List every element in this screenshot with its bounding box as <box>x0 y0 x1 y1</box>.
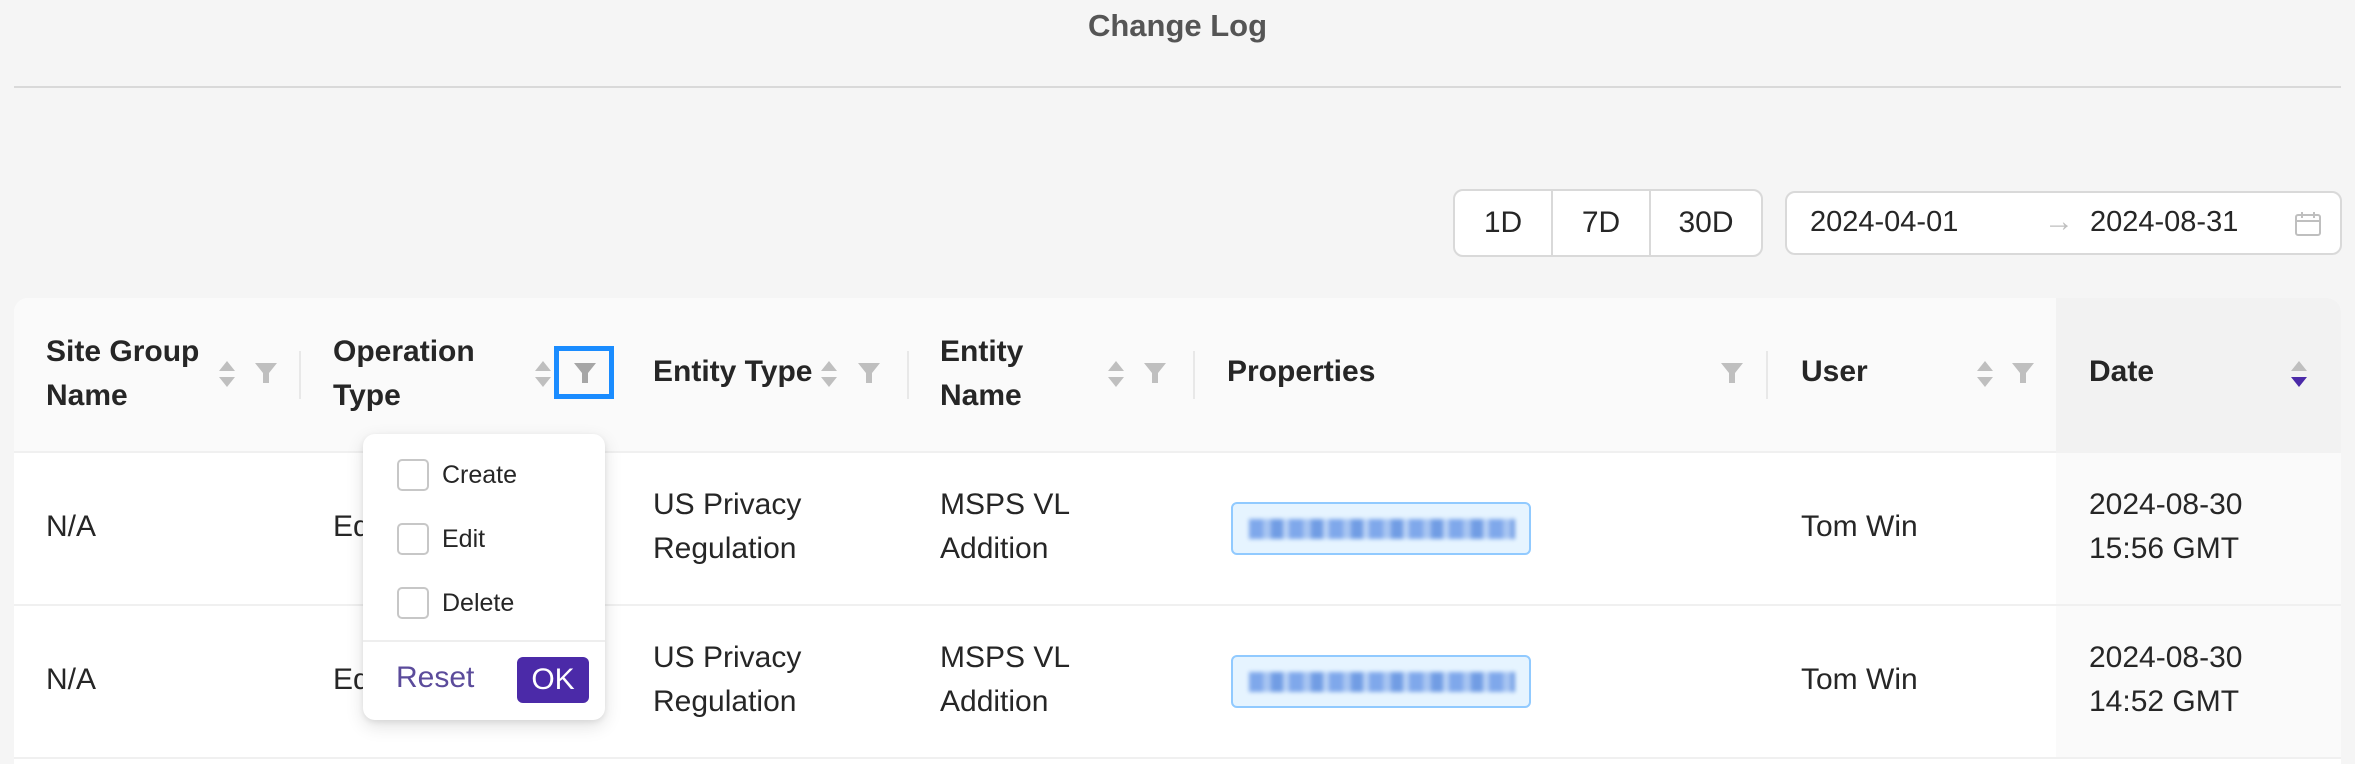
header-operation-type: Operation Type <box>333 335 475 412</box>
sort-icon[interactable] <box>534 359 552 389</box>
calendar-icon[interactable] <box>2293 209 2323 239</box>
properties-tag[interactable] <box>1231 502 1531 555</box>
entity-name-cell-line1: MSPS VL <box>940 641 1071 674</box>
header-properties: Properties <box>1227 355 1376 388</box>
checkbox[interactable] <box>397 459 429 491</box>
change-log-page: Change Log 1D 7D 30D 2024-04-01 → 2024-0… <box>0 0 2355 764</box>
header-user: User <box>1801 355 1868 388</box>
entity-name-cell-line2: Addition <box>940 532 1049 565</box>
properties-tag[interactable] <box>1231 655 1531 708</box>
filter-icon[interactable] <box>255 363 277 383</box>
redacted-text <box>1249 672 1515 692</box>
checkbox[interactable] <box>397 523 429 555</box>
site-group-cell: N/A <box>46 663 97 696</box>
column-separator <box>907 351 909 399</box>
option-label: Create <box>442 460 518 489</box>
column-separator <box>1193 351 1195 399</box>
reset-button[interactable]: Reset <box>396 661 474 695</box>
option-label: Edit <box>442 524 486 553</box>
filter-icon[interactable] <box>1721 363 1743 383</box>
entity-type-cell-line2: Regulation <box>653 532 797 565</box>
date-cell-line2: 14:52 GMT <box>2089 685 2240 718</box>
table-header: Site Group Name Operation Type Entity Ty… <box>14 298 2341 453</box>
sort-icon[interactable] <box>1107 359 1125 389</box>
redacted-text <box>1249 519 1515 539</box>
date-range-picker[interactable]: 2024-04-01 → 2024-08-31 <box>1785 191 2342 255</box>
entity-type-cell-line1: US Privacy <box>653 641 802 674</box>
range-1d-button[interactable]: 1D <box>1455 191 1551 255</box>
range-30d-button[interactable]: 30D <box>1649 191 1761 255</box>
sort-descending-icon[interactable] <box>2290 359 2308 389</box>
sort-icon[interactable] <box>218 359 236 389</box>
entity-type-cell-line1: US Privacy <box>653 488 802 521</box>
dropdown-divider <box>363 640 605 642</box>
range-7d-button[interactable]: 7D <box>1551 191 1649 255</box>
operation-type-filter-dropdown: Create Edit Delete Reset OK <box>363 434 605 720</box>
filter-icon[interactable] <box>574 363 596 383</box>
filter-option-edit[interactable]: Edit <box>397 522 485 556</box>
page-title: Change Log <box>1087 8 1268 43</box>
entity-name-cell-line2: Addition <box>940 685 1049 718</box>
entity-name-cell-line1: MSPS VL <box>940 488 1071 521</box>
start-date-input[interactable]: 2024-04-01 <box>1810 206 1958 239</box>
sort-icon[interactable] <box>820 359 838 389</box>
user-cell: Tom Win <box>1801 663 1918 696</box>
end-date-input[interactable]: 2024-08-31 <box>2090 206 2238 239</box>
ok-button[interactable]: OK <box>517 657 589 703</box>
date-cell-line2: 15:56 GMT <box>2089 532 2240 565</box>
title-divider <box>14 86 2341 88</box>
range-arrow-icon: → <box>2044 205 2074 238</box>
header-date: Date <box>2089 355 2155 388</box>
checkbox[interactable] <box>397 587 429 619</box>
sort-icon[interactable] <box>1976 359 1994 389</box>
filter-option-create[interactable]: Create <box>397 458 517 492</box>
date-cell-line1: 2024-08-30 <box>2089 641 2243 674</box>
column-separator <box>1766 351 1768 399</box>
header-site-group-name: Site Group Name <box>46 335 200 412</box>
option-label: Delete <box>442 588 515 617</box>
column-separator <box>299 351 301 399</box>
filter-icon[interactable] <box>858 363 880 383</box>
date-cell-line1: 2024-08-30 <box>2089 488 2243 521</box>
filter-icon[interactable] <box>2012 363 2034 383</box>
quick-range-group: 1D 7D 30D <box>1453 189 1763 257</box>
header-entity-name: Entity Name <box>940 335 1024 412</box>
filter-icon[interactable] <box>1144 363 1166 383</box>
entity-type-cell-line2: Regulation <box>653 685 797 718</box>
filter-option-delete[interactable]: Delete <box>397 586 514 620</box>
user-cell: Tom Win <box>1801 510 1918 543</box>
site-group-cell: N/A <box>46 510 97 543</box>
